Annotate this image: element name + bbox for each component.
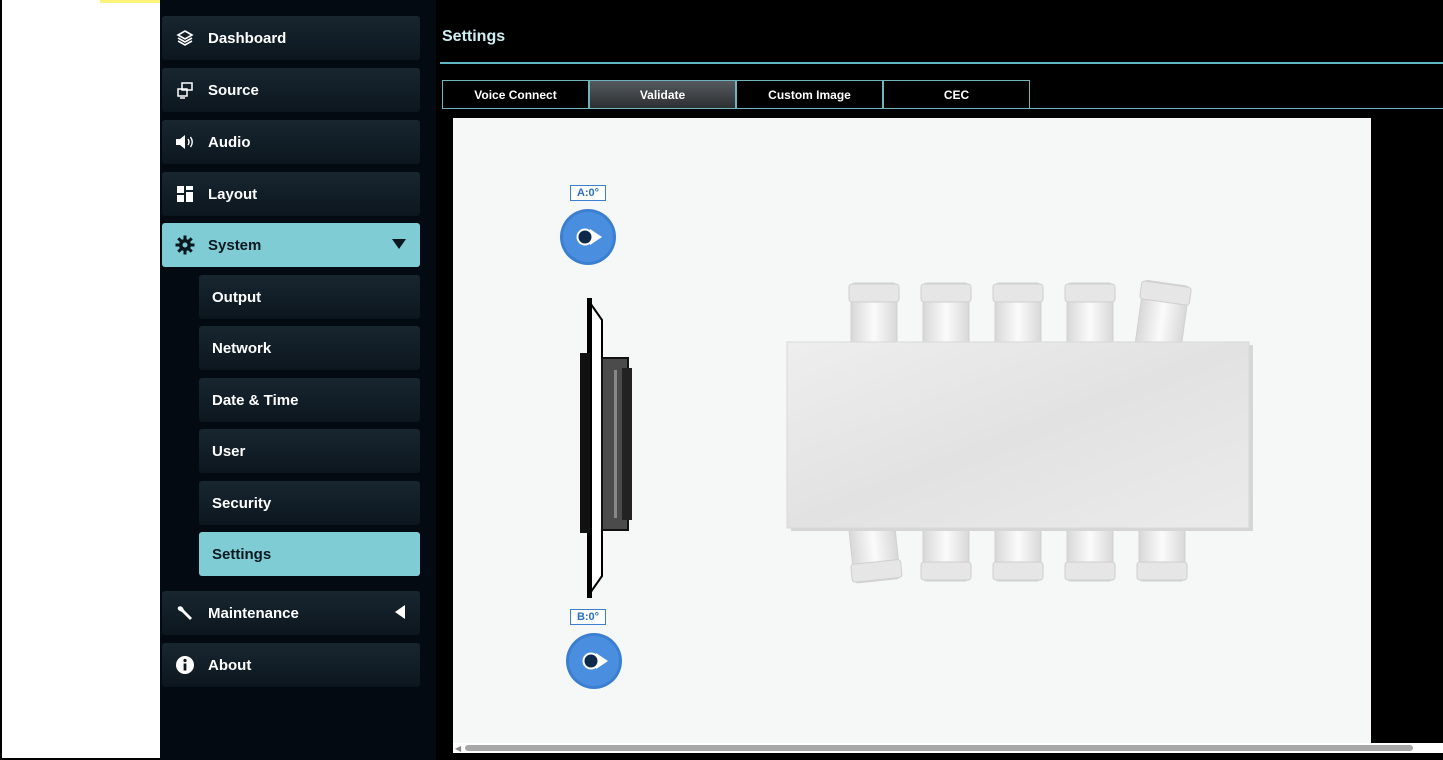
sidebar-item-about[interactable]: About: [162, 643, 420, 687]
camera-a-icon[interactable]: [559, 208, 617, 266]
tab-validate[interactable]: Validate: [589, 80, 736, 108]
source-icon: [174, 79, 196, 101]
tab-label: Custom Image: [768, 87, 851, 102]
sidebar-subitem-user[interactable]: User: [199, 429, 420, 473]
sidebar-item-label: System: [208, 236, 262, 254]
scroll-left-icon[interactable]: ◀: [455, 744, 461, 753]
layout-icon: [174, 183, 196, 205]
sidebar-subitem-label: Settings: [212, 545, 272, 563]
page-title: Settings: [442, 28, 506, 45]
sidebar-item-label: Dashboard: [208, 29, 287, 47]
sidebar-subitem-label: Security: [212, 494, 272, 512]
audio-icon: [174, 131, 196, 153]
sidebar-item-label: About: [208, 656, 252, 674]
sidebar-subitem-label: User: [212, 442, 246, 460]
sidebar-subitem-network[interactable]: Network: [199, 326, 420, 370]
camera-b-icon[interactable]: [565, 632, 623, 690]
display-screen-icon: [580, 298, 632, 598]
tab-label: Voice Connect: [474, 87, 557, 102]
tab-voice-connect[interactable]: Voice Connect: [442, 80, 589, 108]
tab-custom-image[interactable]: Custom Image: [736, 80, 883, 108]
sidebar-subitem-label: Date & Time: [212, 391, 299, 409]
camera-a-label: A:0°: [570, 185, 606, 201]
sidebar-subitem-date-time[interactable]: Date & Time: [199, 378, 420, 422]
tab-bar: Voice Connect Validate Custom Image CEC: [442, 80, 1030, 108]
sidebar-subitem-output[interactable]: Output: [199, 275, 420, 319]
gear-icon: [174, 234, 196, 256]
sidebar-item-source[interactable]: Source: [162, 68, 420, 112]
room-layout-canvas: A:0° B:0°: [453, 118, 1371, 743]
title-divider: [440, 62, 1443, 64]
scrollbar-thumb[interactable]: [465, 745, 1413, 751]
sidebar-item-label: Source: [208, 81, 259, 99]
camera-b-label: B:0°: [570, 609, 606, 625]
app-frame: Dashboard Source Audio Layout System Out…: [0, 0, 1443, 760]
chevron-left-icon: [394, 605, 406, 623]
sidebar-item-label: Maintenance: [208, 604, 299, 622]
sidebar-subitem-label: Output: [212, 288, 262, 306]
sidebar-item-system[interactable]: System: [162, 223, 420, 267]
sidebar-item-audio[interactable]: Audio: [162, 120, 420, 164]
horizontal-scrollbar[interactable]: ◀: [453, 743, 1443, 753]
sidebar-subitem-settings[interactable]: Settings: [199, 532, 420, 576]
sidebar-item-label: Layout: [208, 185, 258, 203]
sidebar-item-layout[interactable]: Layout: [162, 172, 420, 216]
sidebar: Dashboard Source Audio Layout System Out…: [160, 0, 436, 760]
conference-table-icon: [786, 280, 1253, 584]
wrench-icon: [174, 602, 196, 624]
tab-cec[interactable]: CEC: [883, 80, 1030, 108]
tab-label: CEC: [943, 87, 970, 102]
main-panel: Settings Voice Connect Validate Custom I…: [436, 0, 1443, 760]
sidebar-subitem-label: Network: [212, 339, 272, 357]
tab-divider: [442, 108, 1443, 109]
chevron-down-icon: [392, 237, 406, 254]
tab-label: Validate: [639, 87, 686, 102]
info-icon: [174, 654, 196, 676]
sidebar-subitem-security[interactable]: Security: [199, 481, 420, 525]
sidebar-item-dashboard[interactable]: Dashboard: [162, 16, 420, 60]
dashboard-icon: [174, 27, 196, 49]
sidebar-item-label: Audio: [208, 133, 251, 151]
sidebar-item-maintenance[interactable]: Maintenance: [162, 591, 420, 635]
